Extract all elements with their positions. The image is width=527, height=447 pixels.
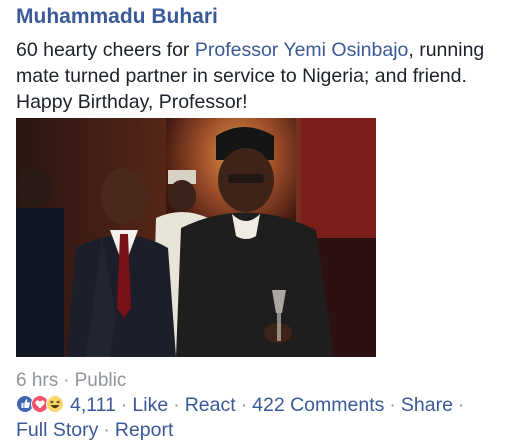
react-button[interactable]: React — [185, 394, 236, 416]
post-message: 60 hearty cheers for Professor Yemi Osin… — [16, 37, 521, 115]
love-icon — [31, 395, 49, 413]
post-author-name[interactable]: Muhammadu Buhari — [16, 5, 218, 29]
separator-dot: · — [120, 394, 128, 416]
post-photo[interactable] — [16, 118, 376, 357]
separator-dot: · — [457, 394, 465, 416]
separator-dot: · — [389, 394, 396, 416]
separator-dot: · — [63, 370, 70, 391]
reaction-count[interactable]: 4,111 — [70, 394, 116, 416]
separator-dot: · — [173, 394, 180, 416]
report-link[interactable]: Report — [115, 419, 174, 441]
comments-link[interactable]: 422 Comments — [252, 394, 384, 416]
post-meta: 6 hrs · Public — [16, 370, 126, 392]
photo-illustration — [16, 118, 376, 357]
separator-dot: · — [240, 394, 248, 416]
like-button[interactable]: Like — [132, 394, 168, 416]
post-privacy: Public — [74, 370, 127, 391]
haha-icon — [46, 395, 64, 413]
share-button[interactable]: Share — [401, 394, 453, 416]
like-icon — [16, 395, 34, 413]
post-timestamp[interactable]: 6 hrs — [16, 370, 58, 391]
mention-link[interactable]: Professor Yemi Osinbajo — [195, 39, 409, 61]
facebook-post: Muhammadu Buhari 60 hearty cheers for Pr… — [0, 0, 527, 447]
separator-dot: · — [103, 419, 110, 441]
reactions-summary[interactable] — [16, 394, 66, 414]
post-actions-bar: 4,111 · Like · React · 422 Comments · Share · Full… — [16, 393, 521, 443]
message-text-start: 60 hearty cheers for — [16, 39, 195, 61]
full-story-link[interactable]: Full Story — [16, 419, 98, 441]
